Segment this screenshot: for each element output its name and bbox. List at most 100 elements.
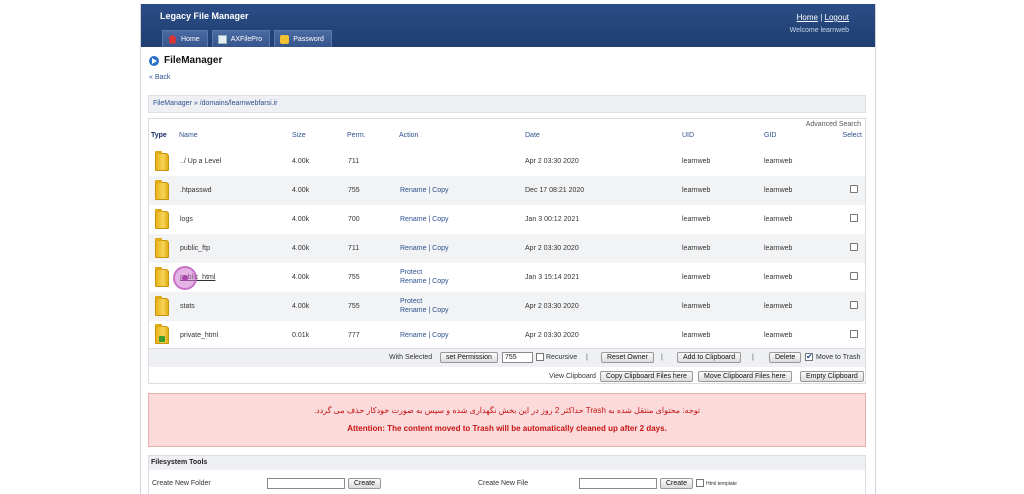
nav-tabs: Home AXFilePro Password <box>162 30 332 47</box>
file-name[interactable]: private_html <box>180 331 218 340</box>
link-separator: | <box>820 13 823 22</box>
file-gid: learnweb <box>764 303 793 310</box>
folder-icon <box>155 151 169 171</box>
column-header-name[interactable]: Name <box>179 132 198 139</box>
permission-input[interactable]: 755 <box>502 352 533 363</box>
breadcrumb[interactable]: FileManager » /domains/learnwebfarsi.ir <box>148 95 866 113</box>
empty-clipboard-button[interactable]: Empty Clipboard <box>800 371 864 382</box>
column-header-select: Select <box>842 132 862 139</box>
column-header-size[interactable]: Size <box>292 132 306 139</box>
recursive-checkbox[interactable] <box>536 353 544 361</box>
reset-owner-button[interactable]: Reset Owner <box>601 352 654 363</box>
select-checkbox[interactable] <box>850 214 858 222</box>
new-folder-input[interactable] <box>267 478 345 489</box>
html-template-label: Html template <box>706 481 737 487</box>
file-date: Apr 2 03:30 2020 <box>525 158 579 165</box>
file-manager-page: Legacy File Manager Home | Logout Welcom… <box>140 4 876 494</box>
with-selected-label: With Selected <box>389 354 433 361</box>
file-size: 4.00k <box>292 303 310 310</box>
select-checkbox[interactable] <box>850 185 858 193</box>
home-icon <box>168 34 177 44</box>
create-file-label: Create New File <box>478 480 529 487</box>
table-row: public_html 4.00k 755 Protect Rename | C… <box>149 263 865 292</box>
separator: | <box>661 354 663 361</box>
key-icon <box>280 34 290 44</box>
view-clipboard-link[interactable]: View Clipboard <box>549 373 596 380</box>
advanced-search-link[interactable]: Advanced Search <box>806 121 861 128</box>
table-row: private_html 0.01k 777 Rename | Copy Apr… <box>149 321 865 350</box>
app-title: Legacy File Manager <box>160 11 249 21</box>
copy-clipboard-files-button[interactable]: Copy Clipboard Files here <box>600 371 693 382</box>
rename-copy-links[interactable]: Rename | Copy <box>400 277 449 286</box>
file-size: 0.01k <box>292 332 310 339</box>
notice-persian: توجه: محتوای منتقل شده به Trash حداکثر 2… <box>313 406 701 415</box>
column-header-action: Action <box>399 132 419 139</box>
column-header-type: Type <box>151 132 167 139</box>
separator: | <box>586 354 588 361</box>
column-header-gid[interactable]: GID <box>764 132 776 139</box>
file-gid: learnweb <box>764 216 793 223</box>
file-date: Jan 3 15:14 2021 <box>525 274 580 281</box>
html-template-checkbox[interactable] <box>696 479 704 487</box>
create-folder-button[interactable]: Create <box>348 478 382 489</box>
folder-icon <box>155 267 169 287</box>
rename-copy-links[interactable]: Rename | Copy <box>400 331 449 340</box>
file-uid: learnweb <box>682 158 711 165</box>
filesystem-tools-title: Filesystem Tools <box>149 456 865 470</box>
tab-axfilepro[interactable]: AXFilePro <box>211 30 271 47</box>
file-perm: 755 <box>348 303 360 310</box>
file-gid: learnweb <box>764 187 793 194</box>
file-uid: learnweb <box>682 216 711 223</box>
separator: | <box>752 354 754 361</box>
folder-icon <box>155 180 169 200</box>
back-link[interactable]: « Back <box>149 74 170 81</box>
home-link[interactable]: Home <box>797 13 818 22</box>
file-uid: learnweb <box>682 303 711 310</box>
tab-password[interactable]: Password <box>274 30 332 47</box>
column-header-uid[interactable]: UID <box>682 132 694 139</box>
move-to-trash-checkbox[interactable] <box>805 352 813 361</box>
select-checkbox[interactable] <box>850 243 858 251</box>
protect-link[interactable]: Protect <box>400 297 422 306</box>
welcome-text: Welcome learnweb <box>789 27 849 34</box>
file-date: Apr 2 03:30 2020 <box>525 245 579 252</box>
rename-copy-links[interactable]: Rename | Copy <box>400 306 449 315</box>
protect-link[interactable]: Protect <box>400 268 422 277</box>
file-table: Advanced Search Type Name Size Perm. Act… <box>148 118 866 384</box>
top-links: Home | Logout <box>797 13 849 22</box>
rename-copy-links[interactable]: Rename | Copy <box>400 186 449 195</box>
filesystem-tools: Filesystem Tools Create New Folder Creat… <box>148 455 866 494</box>
add-to-clipboard-button[interactable]: Add to Clipboard <box>677 352 742 363</box>
rename-copy-links[interactable]: Rename | Copy <box>400 215 449 224</box>
file-name[interactable]: stats <box>180 302 195 311</box>
tab-label: Password <box>293 35 324 43</box>
new-file-input[interactable] <box>579 478 657 489</box>
delete-button[interactable]: Delete <box>769 352 802 363</box>
folder-icon <box>155 296 169 316</box>
file-date: Apr 2 03:30 2020 <box>525 303 579 310</box>
file-name[interactable]: ../ Up a Level <box>180 157 221 166</box>
rename-copy-links[interactable]: Rename | Copy <box>400 244 449 253</box>
file-name[interactable]: public_ftp <box>180 244 210 253</box>
select-checkbox[interactable] <box>850 272 858 280</box>
move-clipboard-files-button[interactable]: Move Clipboard Files here <box>698 371 792 382</box>
tab-home[interactable]: Home <box>162 30 208 47</box>
select-checkbox[interactable] <box>850 330 858 338</box>
cursor-highlight <box>173 266 197 290</box>
select-checkbox[interactable] <box>850 301 858 309</box>
column-header-date[interactable]: Date <box>525 132 540 139</box>
file-gid: learnweb <box>764 274 793 281</box>
logout-link[interactable]: Logout <box>825 13 849 22</box>
column-header-perm[interactable]: Perm. <box>347 132 366 139</box>
table-row: public_ftp 4.00k 711 Rename | Copy Apr 2… <box>149 234 865 263</box>
file-date: Jan 3 00:12 2021 <box>525 216 580 223</box>
folder-icon <box>155 209 169 229</box>
file-name[interactable]: logs <box>180 215 193 224</box>
file-name[interactable]: .htpasswd <box>180 186 212 195</box>
table-row: .htpasswd 4.00k 755 Rename | Copy Dec 17… <box>149 176 865 205</box>
table-row: stats 4.00k 755 Protect Rename | Copy Ap… <box>149 292 865 321</box>
page-title: FileManager <box>164 55 223 66</box>
set-permission-button[interactable]: set Permission <box>440 352 498 363</box>
create-file-button[interactable]: Create <box>660 478 694 489</box>
recursive-label: Recursive <box>546 354 578 361</box>
